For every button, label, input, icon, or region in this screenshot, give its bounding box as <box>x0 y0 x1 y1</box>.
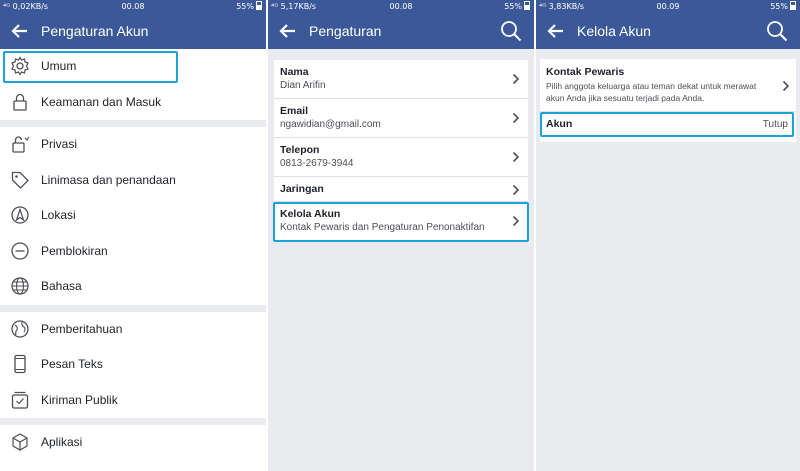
row-title: Kontak Pewaris <box>546 66 625 78</box>
block-icon <box>11 241 29 260</box>
menu-item-label: Keamanan dan Masuk <box>41 94 162 109</box>
highlight-box <box>540 112 794 137</box>
row-title: Nama <box>280 66 309 78</box>
clock: 00.09 <box>656 2 680 11</box>
page-title: Pengaturan Akun <box>41 23 149 39</box>
row-value: ngawidian@gmail.com <box>280 119 381 130</box>
account-settings-screen: ⁴ᴳ 0,02KB/s 00.08 55% Pengaturan Akun Um… <box>0 0 266 471</box>
chevron-right-icon <box>512 151 520 163</box>
row-jaringan[interactable]: Jaringan <box>274 177 528 202</box>
chevron-right-icon <box>512 184 520 196</box>
row-value: 0813-2679-3944 <box>280 158 354 169</box>
clock: 00.08 <box>389 2 413 11</box>
menu-item-aplikasi[interactable]: Aplikasi <box>0 425 266 461</box>
row-value: Dian Arifin <box>280 80 326 91</box>
globe-notification-icon <box>11 319 29 338</box>
settings-screen: ⁴ᴳ 5,17KB/s 00.08 55% Pengaturan Nama Di… <box>268 0 534 471</box>
battery-icon <box>524 1 530 10</box>
section-divider <box>0 418 266 425</box>
status-bar: ⁴ᴳ 3,83KB/s 00.09 55% <box>536 0 800 13</box>
highlight-box <box>273 202 529 242</box>
menu-item-bahasa[interactable]: Bahasa <box>0 269 266 305</box>
lock-icon <box>13 93 27 111</box>
row-title: Telepon <box>280 144 320 156</box>
manage-account-screen: ⁴ᴳ 3,83KB/s 00.09 55% Kelola Akun Kontak… <box>536 0 800 471</box>
row-email[interactable]: Email ngawidian@gmail.com <box>274 99 528 138</box>
menu-item-label: Kiriman Publik <box>41 392 118 407</box>
status-bar: ⁴ᴳ 0,02KB/s 00.08 55% <box>0 0 266 13</box>
row-telepon[interactable]: Telepon 0813-2679-3944 <box>274 138 528 177</box>
search-icon[interactable] <box>500 20 522 42</box>
row-nama[interactable]: Nama Dian Arifin <box>274 60 528 99</box>
battery-icon <box>790 1 796 10</box>
battery-status: 55% <box>236 0 262 13</box>
chevron-right-icon <box>512 112 520 124</box>
globe-icon <box>11 277 29 295</box>
public-posts-icon <box>11 391 29 409</box>
menu-item-kiriman-publik[interactable]: Kiriman Publik <box>0 383 266 419</box>
search-icon[interactable] <box>766 20 788 42</box>
chevron-right-icon <box>512 73 520 85</box>
menu-item-label: Bahasa <box>41 279 82 293</box>
section-divider <box>0 304 266 312</box>
menu-item-label: Pesan Teks <box>41 357 103 371</box>
chevron-right-icon <box>782 80 790 92</box>
menu-item-pemberitahuan[interactable]: Pemberitahuan <box>0 312 266 348</box>
status-bar: ⁴ᴳ 5,17KB/s 00.08 55% <box>268 0 534 13</box>
app-header: Pengaturan Akun <box>0 13 266 49</box>
cube-icon <box>12 433 28 451</box>
app-header: Kelola Akun <box>536 13 800 49</box>
settings-list: Umum Keamanan dan Masuk Privasi Linimasa… <box>0 49 266 461</box>
menu-item-keamanan[interactable]: Keamanan dan Masuk <box>0 85 266 121</box>
privacy-lock-icon <box>12 136 30 153</box>
row-title: Email <box>280 105 309 117</box>
menu-item-lokasi[interactable]: Lokasi <box>0 198 266 234</box>
highlight-box <box>3 51 178 83</box>
menu-item-privasi[interactable]: Privasi <box>0 127 266 163</box>
arrow-left-icon[interactable] <box>10 21 30 41</box>
menu-item-label: Privasi <box>41 137 78 151</box>
menu-item-label: Aplikasi <box>41 435 83 449</box>
menu-item-pemblokiran[interactable]: Pemblokiran <box>0 234 266 270</box>
section-divider <box>0 120 266 127</box>
location-icon <box>11 206 29 224</box>
battery-icon <box>256 1 262 10</box>
phone-icon <box>14 354 26 374</box>
clock: 00.08 <box>121 2 145 11</box>
page-title: Kelola Akun <box>577 23 651 39</box>
page-title: Pengaturan <box>309 23 382 39</box>
menu-item-label: Pemblokiran <box>41 243 108 258</box>
app-header: Pengaturan <box>268 13 534 49</box>
battery-status: 55% <box>770 0 796 13</box>
arrow-left-icon[interactable] <box>546 21 566 41</box>
menu-item-label: Linimasa dan penandaan <box>41 172 176 187</box>
row-description: Pilih anggota keluarga atau teman dekat … <box>546 81 757 103</box>
menu-item-label: Lokasi <box>41 208 76 222</box>
battery-status: 55% <box>504 0 530 13</box>
menu-item-label: Pemberitahuan <box>41 321 123 336</box>
row-title: Jaringan <box>280 183 324 195</box>
menu-item-pesan-teks[interactable]: Pesan Teks <box>0 347 266 383</box>
tag-icon <box>11 171 29 189</box>
row-kontak-pewaris[interactable]: Kontak Pewaris Pilih anggota keluarga at… <box>540 59 796 112</box>
arrow-left-icon[interactable] <box>278 21 298 41</box>
menu-item-linimasa[interactable]: Linimasa dan penandaan <box>0 163 266 199</box>
